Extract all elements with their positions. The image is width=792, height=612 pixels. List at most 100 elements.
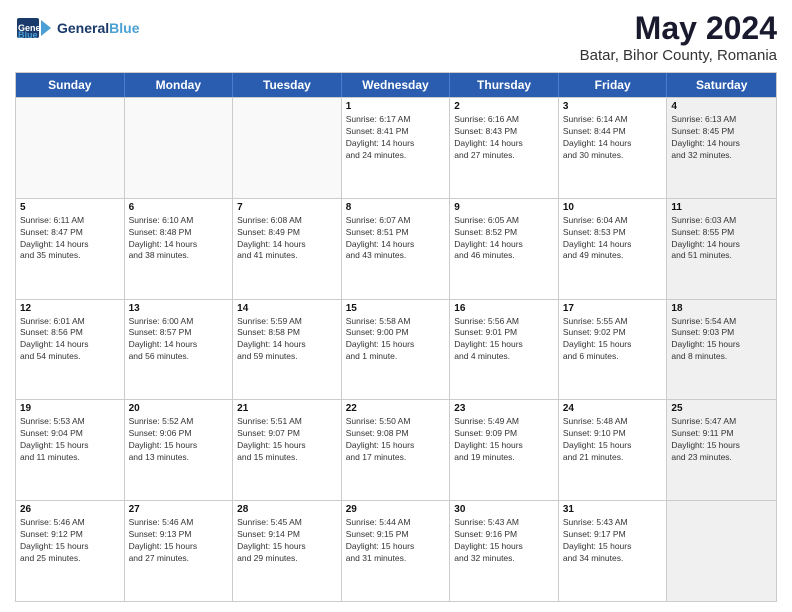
day-cell-25: 25 Sunrise: 5:47 AM Sunset: 9:11 PM Dayli… xyxy=(667,400,776,500)
day-info: Sunrise: 5:56 AM Sunset: 9:01 PM Dayligh… xyxy=(454,316,554,364)
day-cell-22: 22 Sunrise: 5:50 AM Sunset: 9:08 PM Dayli… xyxy=(342,400,451,500)
svg-text:Blue: Blue xyxy=(18,30,38,40)
day-info: Sunrise: 5:46 AM Sunset: 9:12 PM Dayligh… xyxy=(20,517,120,565)
logo: General Blue GeneralBlue xyxy=(15,10,139,46)
day-cell-20: 20Sunrise: 5:52 AM Sunset: 9:06 PM Dayli… xyxy=(125,400,234,500)
day-cell-13: 13 Sunrise: 6:00 AM Sunset: 8:57 PM Dayli… xyxy=(125,300,234,400)
day-number: 11 xyxy=(671,202,772,213)
day-info: Sunrise: 5:51 AM Sunset: 9:07 PM Dayligh… xyxy=(237,416,337,464)
empty-cell xyxy=(233,98,342,198)
day-cell-30: 30 Sunrise: 5:43 AM Sunset: 9:16 PM Dayli… xyxy=(450,501,559,601)
day-cell-10: 10 Sunrise: 6:04 AM Sunset: 8:53 PM Dayli… xyxy=(559,199,668,299)
day-cell-17: 17Sunrise: 5:55 AM Sunset: 9:02 PM Dayli… xyxy=(559,300,668,400)
day-number: 24 xyxy=(563,403,663,414)
day-cell-8: 8 Sunrise: 6:07 AM Sunset: 8:51 PM Daylig… xyxy=(342,199,451,299)
day-cell-12: 12 Sunrise: 6:01 AM Sunset: 8:56 PM Dayli… xyxy=(16,300,125,400)
day-cell-11: 11 Sunrise: 6:03 AM Sunset: 8:55 PM Dayli… xyxy=(667,199,776,299)
day-cell-16: 16 Sunrise: 5:56 AM Sunset: 9:01 PM Dayli… xyxy=(450,300,559,400)
day-cell-31: 31Sunrise: 5:43 AM Sunset: 9:17 PM Dayli… xyxy=(559,501,668,601)
main-title: May 2024 xyxy=(580,10,777,47)
day-info: Sunrise: 5:43 AM Sunset: 9:16 PM Dayligh… xyxy=(454,517,554,565)
day-number: 25 xyxy=(671,403,772,414)
day-cell-7: 7 Sunrise: 6:08 AM Sunset: 8:49 PM Daylig… xyxy=(233,199,342,299)
day-cell-14: 14 Sunrise: 5:59 AM Sunset: 8:58 PM Dayli… xyxy=(233,300,342,400)
day-info: Sunrise: 5:59 AM Sunset: 8:58 PM Dayligh… xyxy=(237,316,337,364)
day-number: 5 xyxy=(20,202,120,213)
day-number: 28 xyxy=(237,504,337,515)
day-cell-4: 4Sunrise: 6:13 AM Sunset: 8:45 PM Daylig… xyxy=(667,98,776,198)
day-cell-19: 19Sunrise: 5:53 AM Sunset: 9:04 PM Dayli… xyxy=(16,400,125,500)
day-cell-1: 1Sunrise: 6:17 AM Sunset: 8:41 PM Daylig… xyxy=(342,98,451,198)
day-info: Sunrise: 6:14 AM Sunset: 8:44 PM Dayligh… xyxy=(563,114,663,162)
day-number: 26 xyxy=(20,504,120,515)
calendar-body: 1Sunrise: 6:17 AM Sunset: 8:41 PM Daylig… xyxy=(16,97,776,601)
day-number: 20 xyxy=(129,403,229,414)
day-cell-15: 15Sunrise: 5:58 AM Sunset: 9:00 PM Dayli… xyxy=(342,300,451,400)
day-info: Sunrise: 6:16 AM Sunset: 8:43 PM Dayligh… xyxy=(454,114,554,162)
day-cell-2: 2 Sunrise: 6:16 AM Sunset: 8:43 PM Daylig… xyxy=(450,98,559,198)
day-info: Sunrise: 5:55 AM Sunset: 9:02 PM Dayligh… xyxy=(563,316,663,364)
title-section: May 2024 Batar, Bihor County, Romania xyxy=(580,10,777,64)
day-info: Sunrise: 5:46 AM Sunset: 9:13 PM Dayligh… xyxy=(129,517,229,565)
calendar-row-2: 5Sunrise: 6:11 AM Sunset: 8:47 PM Daylig… xyxy=(16,198,776,299)
day-number: 30 xyxy=(454,504,554,515)
calendar-row-3: 12 Sunrise: 6:01 AM Sunset: 8:56 PM Dayli… xyxy=(16,299,776,400)
day-header-sunday: Sunday xyxy=(16,73,125,97)
day-header-thursday: Thursday xyxy=(450,73,559,97)
day-info: Sunrise: 6:08 AM Sunset: 8:49 PM Dayligh… xyxy=(237,215,337,263)
day-info: Sunrise: 6:04 AM Sunset: 8:53 PM Dayligh… xyxy=(563,215,663,263)
day-number: 19 xyxy=(20,403,120,414)
day-header-tuesday: Tuesday xyxy=(233,73,342,97)
empty-cell xyxy=(667,501,776,601)
day-number: 15 xyxy=(346,303,446,314)
day-cell-28: 28 Sunrise: 5:45 AM Sunset: 9:14 PM Dayli… xyxy=(233,501,342,601)
day-cell-27: 27 Sunrise: 5:46 AM Sunset: 9:13 PM Dayli… xyxy=(125,501,234,601)
calendar-header: SundayMondayTuesdayWednesdayThursdayFrid… xyxy=(16,73,776,97)
day-number: 7 xyxy=(237,202,337,213)
day-info: Sunrise: 5:48 AM Sunset: 9:10 PM Dayligh… xyxy=(563,416,663,464)
empty-cell xyxy=(16,98,125,198)
day-header-saturday: Saturday xyxy=(667,73,776,97)
day-cell-9: 9 Sunrise: 6:05 AM Sunset: 8:52 PM Daylig… xyxy=(450,199,559,299)
day-number: 9 xyxy=(454,202,554,213)
day-header-friday: Friday xyxy=(559,73,668,97)
day-info: Sunrise: 5:43 AM Sunset: 9:17 PM Dayligh… xyxy=(563,517,663,565)
day-cell-29: 29 Sunrise: 5:44 AM Sunset: 9:15 PM Dayli… xyxy=(342,501,451,601)
empty-cell xyxy=(125,98,234,198)
day-number: 27 xyxy=(129,504,229,515)
day-cell-23: 23Sunrise: 5:49 AM Sunset: 9:09 PM Dayli… xyxy=(450,400,559,500)
day-info: Sunrise: 6:17 AM Sunset: 8:41 PM Dayligh… xyxy=(346,114,446,162)
day-cell-18: 18Sunrise: 5:54 AM Sunset: 9:03 PM Dayli… xyxy=(667,300,776,400)
day-number: 8 xyxy=(346,202,446,213)
day-cell-24: 24 Sunrise: 5:48 AM Sunset: 9:10 PM Dayli… xyxy=(559,400,668,500)
logo-icon: General Blue xyxy=(15,10,51,46)
header: General Blue GeneralBlue May 2024 Batar,… xyxy=(15,10,777,64)
page: General Blue GeneralBlue May 2024 Batar,… xyxy=(0,0,792,612)
day-number: 6 xyxy=(129,202,229,213)
day-number: 21 xyxy=(237,403,337,414)
day-info: Sunrise: 6:07 AM Sunset: 8:51 PM Dayligh… xyxy=(346,215,446,263)
day-info: Sunrise: 5:47 AM Sunset: 9:11 PM Dayligh… xyxy=(671,416,772,464)
day-cell-21: 21 Sunrise: 5:51 AM Sunset: 9:07 PM Dayli… xyxy=(233,400,342,500)
day-number: 16 xyxy=(454,303,554,314)
day-info: Sunrise: 6:05 AM Sunset: 8:52 PM Dayligh… xyxy=(454,215,554,263)
day-info: Sunrise: 6:03 AM Sunset: 8:55 PM Dayligh… xyxy=(671,215,772,263)
day-number: 29 xyxy=(346,504,446,515)
day-number: 12 xyxy=(20,303,120,314)
calendar: SundayMondayTuesdayWednesdayThursdayFrid… xyxy=(15,72,777,602)
day-info: Sunrise: 6:00 AM Sunset: 8:57 PM Dayligh… xyxy=(129,316,229,364)
day-info: Sunrise: 5:44 AM Sunset: 9:15 PM Dayligh… xyxy=(346,517,446,565)
day-cell-5: 5Sunrise: 6:11 AM Sunset: 8:47 PM Daylig… xyxy=(16,199,125,299)
day-number: 2 xyxy=(454,101,554,112)
day-number: 10 xyxy=(563,202,663,213)
day-number: 14 xyxy=(237,303,337,314)
day-info: Sunrise: 6:01 AM Sunset: 8:56 PM Dayligh… xyxy=(20,316,120,364)
day-info: Sunrise: 5:50 AM Sunset: 9:08 PM Dayligh… xyxy=(346,416,446,464)
day-number: 22 xyxy=(346,403,446,414)
logo-text: GeneralBlue xyxy=(57,20,139,37)
subtitle: Batar, Bihor County, Romania xyxy=(580,47,777,64)
day-cell-3: 3Sunrise: 6:14 AM Sunset: 8:44 PM Daylig… xyxy=(559,98,668,198)
day-number: 13 xyxy=(129,303,229,314)
day-info: Sunrise: 5:45 AM Sunset: 9:14 PM Dayligh… xyxy=(237,517,337,565)
day-info: Sunrise: 5:54 AM Sunset: 9:03 PM Dayligh… xyxy=(671,316,772,364)
